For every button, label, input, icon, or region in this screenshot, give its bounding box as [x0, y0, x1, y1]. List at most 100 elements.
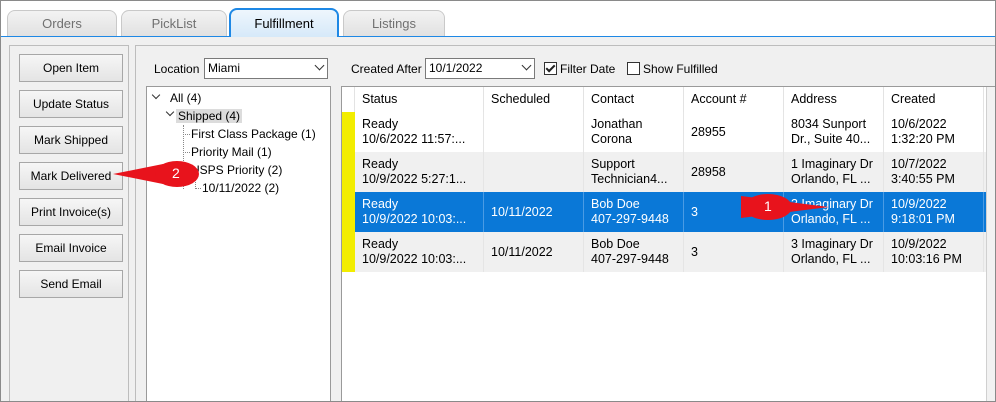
column-header-address[interactable]: Address: [784, 87, 884, 112]
cell-account-text: 28958: [691, 164, 726, 179]
table-row[interactable]: Ready 10/9/2022 10:03:... 10/11/2022 Bob Do…: [342, 192, 995, 232]
cell-contact-text: 407-297-9448: [591, 252, 669, 266]
cell-contact: Bob Doe 407-297-9448: [584, 192, 684, 232]
send-email-button[interactable]: Send Email: [19, 270, 123, 298]
tree-connector: [183, 152, 190, 153]
cell-contact-text: 407-297-9448: [591, 212, 669, 226]
table-row[interactable]: Ready 10/9/2022 10:03:... 10/11/2022 Bob Do…: [342, 232, 995, 272]
column-header-contact[interactable]: Contact: [584, 87, 684, 112]
cell-account: 28955: [684, 112, 784, 152]
chevron-down-icon: [314, 60, 325, 71]
cell-scheduled-text: 10/11/2022: [491, 204, 553, 219]
cell-status-text: Ready: [362, 157, 399, 171]
location-select[interactable]: Miami: [204, 58, 328, 79]
print-invoices-button[interactable]: Print Invoice(s): [19, 198, 123, 226]
created-after-picker[interactable]: 10/1/2022: [425, 58, 535, 79]
cell-created-text: 10/6/2022: [891, 117, 947, 131]
cell-status-text: Ready: [362, 237, 399, 251]
filter-date-checkbox[interactable]: [544, 62, 557, 75]
cell-created-text: 3:40:55 PM: [891, 172, 955, 186]
tab-listings[interactable]: Listings: [343, 10, 445, 36]
chevron-down-icon[interactable]: [165, 107, 175, 117]
update-status-button[interactable]: Update Status: [19, 90, 123, 118]
callout-1: [741, 194, 829, 220]
callout-1-number: 1: [764, 198, 772, 214]
row-status-marker: [342, 112, 355, 152]
cell-contact-text: Support: [591, 157, 635, 171]
cell-address-text: Orlando, FL ...: [791, 252, 871, 266]
cell-status: Ready 10/9/2022 10:03:...: [355, 232, 484, 272]
cell-created: 10/6/2022 1:32:20 PM: [884, 112, 984, 152]
main-panel: Location Miami Created After 10/1/2022 F…: [135, 45, 995, 401]
tab-picklist[interactable]: PickList: [121, 10, 227, 36]
cell-address-text: Orlando, FL ...: [791, 172, 871, 186]
cell-created: 10/9/2022 10:03:16 PM: [884, 232, 984, 272]
cell-status-text: 10/9/2022 10:03:...: [362, 252, 467, 266]
cell-scheduled-text: 10/11/2022: [491, 244, 553, 259]
email-invoice-button[interactable]: Email Invoice: [19, 234, 123, 262]
cell-contact-text: Jonathan: [591, 117, 643, 131]
cell-status-text: Ready: [362, 117, 399, 131]
cell-contact-text: Bob Doe: [591, 237, 640, 251]
cell-address-text: 8034 Sunport: [791, 117, 867, 131]
tree-node-usps-priority[interactable]: USPS Priority (2): [191, 163, 282, 177]
tree-connector: [183, 134, 190, 135]
column-header-status[interactable]: Status: [355, 87, 484, 112]
cell-account: 28958: [684, 152, 784, 192]
tab-orders[interactable]: Orders: [7, 10, 117, 36]
cell-created: 10/9/2022 9:18:01 PM: [884, 192, 984, 232]
table-row[interactable]: Ready 10/9/2022 5:27:1... Support Technicia…: [342, 152, 995, 192]
cell-address: 1 Imaginary Dr Orlando, FL ...: [784, 152, 884, 192]
show-fulfilled-checkbox[interactable]: [627, 62, 640, 75]
cell-contact-text: Technician4...: [591, 172, 668, 186]
chevron-down-icon[interactable]: [151, 90, 161, 100]
cell-account-text: 28955: [691, 124, 726, 139]
table-row[interactable]: Ready 10/6/2022 11:57:... Jonathan Corona 28…: [342, 112, 995, 152]
cell-account-text: 3: [691, 244, 698, 259]
category-tree: All (4) Shipped (4) First Class Package …: [146, 86, 331, 401]
cell-address: 8034 Sunport Dr., Suite 40...: [784, 112, 884, 152]
row-status-marker: [342, 232, 355, 272]
cell-contact: Jonathan Corona: [584, 112, 684, 152]
cell-address: 3 Imaginary Dr Orlando, FL ...: [784, 232, 884, 272]
cell-scheduled: 10/11/2022: [484, 192, 584, 232]
cell-status-text: 10/9/2022 10:03:...: [362, 212, 467, 226]
column-header-created[interactable]: Created: [884, 87, 984, 112]
cell-status: Ready 10/9/2022 5:27:1...: [355, 152, 484, 192]
location-label: Location: [154, 62, 200, 76]
fulfillment-window: Orders PickList Fulfillment Listings Ope…: [0, 0, 996, 402]
tree-node-all[interactable]: All (4): [170, 91, 201, 105]
tree-node-shipped[interactable]: Shipped (4): [176, 109, 243, 123]
callout-2: [113, 161, 199, 187]
created-after-label: Created After: [351, 62, 422, 76]
column-header-scheduled[interactable]: Scheduled: [484, 87, 584, 112]
cell-account: 3: [684, 232, 784, 272]
cell-scheduled: 10/11/2022: [484, 232, 584, 272]
cell-created-text: 9:18:01 PM: [891, 212, 955, 226]
vertical-scrollbar[interactable]: [986, 87, 995, 401]
chevron-down-icon: [521, 60, 532, 71]
show-fulfilled-label: Show Fulfilled: [643, 62, 718, 76]
open-item-button[interactable]: Open Item: [19, 54, 123, 82]
cell-contact-text: Corona: [591, 132, 632, 146]
tab-underline: [1, 36, 995, 37]
row-status-marker: [342, 152, 355, 192]
column-header-account[interactable]: Account #: [684, 87, 784, 112]
tab-fulfillment[interactable]: Fulfillment: [229, 8, 339, 37]
column-header-marker: [342, 87, 355, 112]
cell-status: Ready 10/6/2022 11:57:...: [355, 112, 484, 152]
tree-node-date[interactable]: 10/11/2022 (2): [202, 181, 279, 195]
mark-shipped-button[interactable]: Mark Shipped: [19, 126, 123, 154]
cell-address-text: Dr., Suite 40...: [791, 132, 871, 146]
callout-2-number: 2: [172, 165, 180, 181]
cell-address-text: 3 Imaginary Dr: [791, 237, 873, 251]
tree-node-priority-mail[interactable]: Priority Mail (1): [191, 145, 272, 159]
tree-node-first-class-package[interactable]: First Class Package (1): [191, 127, 316, 141]
cell-status-text: 10/6/2022 11:57:...: [362, 132, 466, 146]
cell-created: 10/7/2022 3:40:55 PM: [884, 152, 984, 192]
cell-created-text: 10/9/2022: [891, 197, 947, 211]
cell-created-text: 10/9/2022: [891, 237, 947, 251]
cell-created-text: 10:03:16 PM: [891, 252, 962, 266]
cell-created-text: 10/7/2022: [891, 157, 947, 171]
mark-delivered-button[interactable]: Mark Delivered: [19, 162, 123, 190]
